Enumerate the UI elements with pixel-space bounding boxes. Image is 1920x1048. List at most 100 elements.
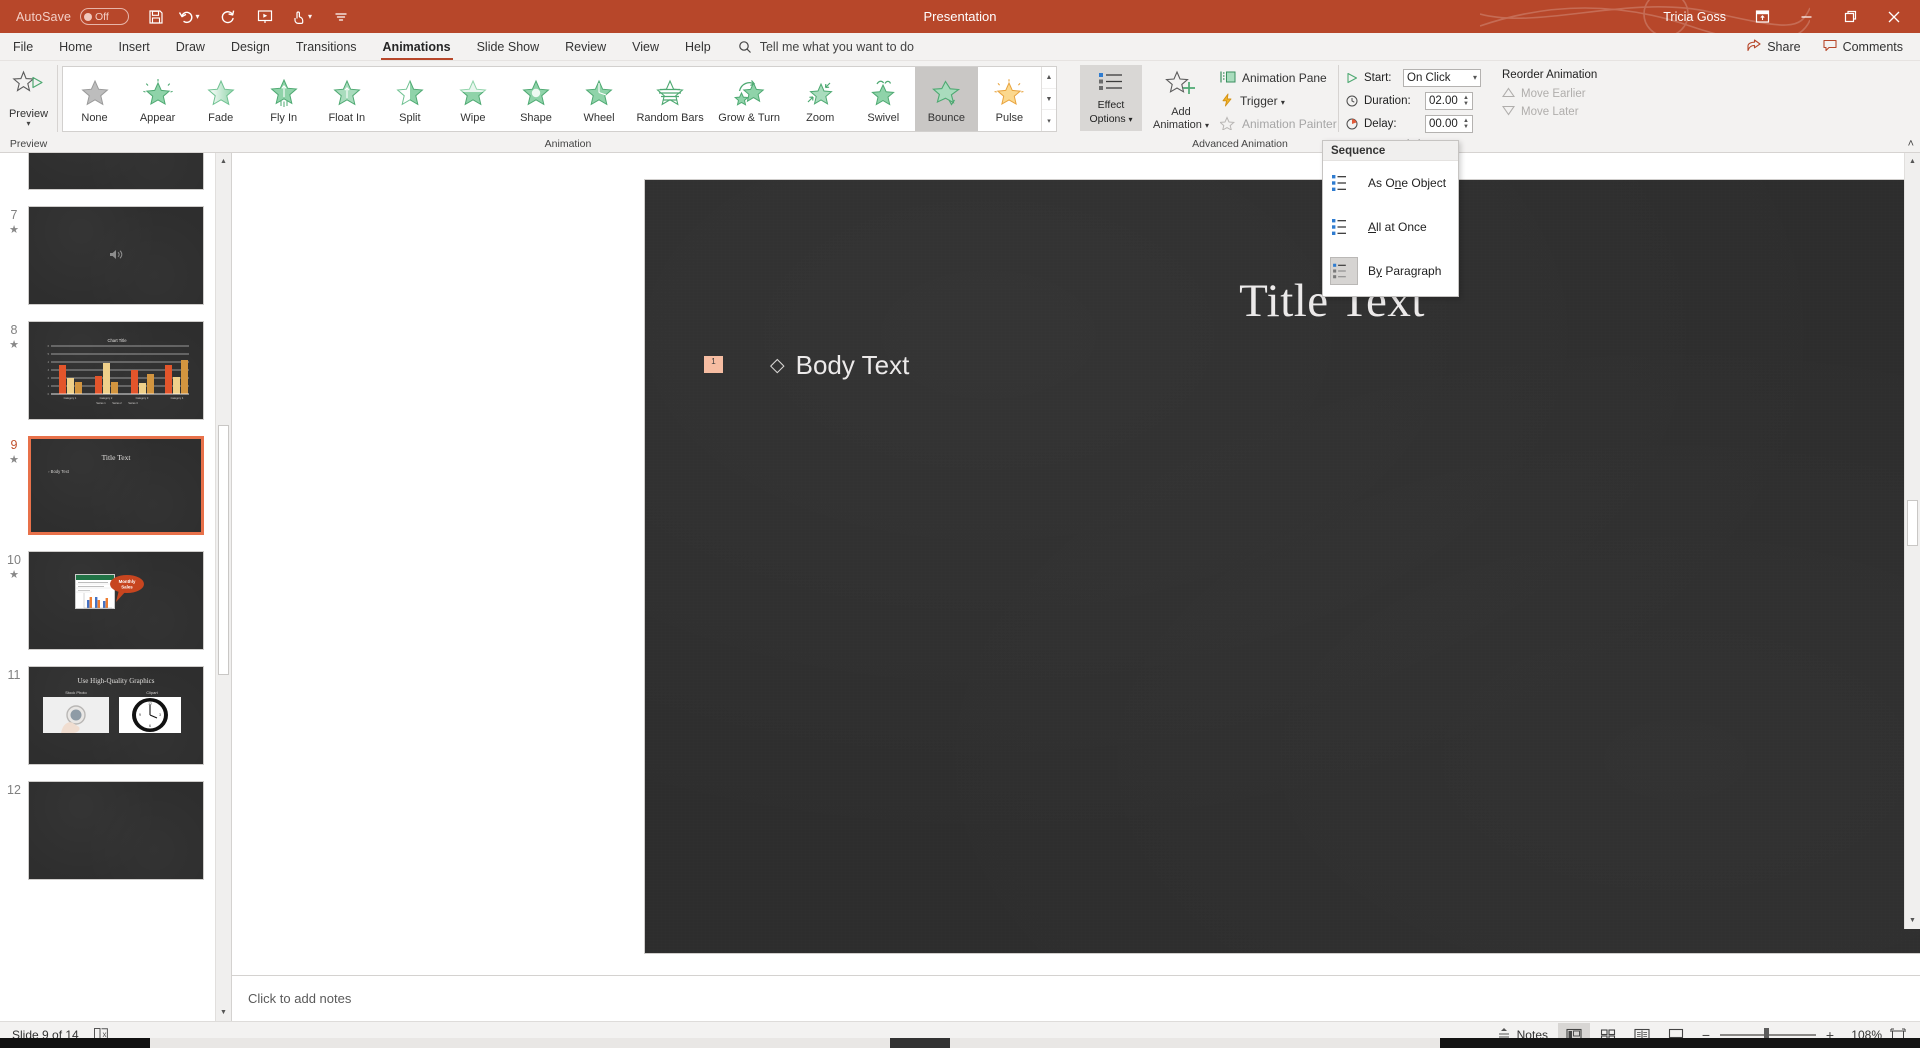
preview-button[interactable]: Preview ▾ bbox=[0, 64, 57, 128]
restore-button[interactable] bbox=[1828, 0, 1872, 33]
thumbnail-item[interactable]: 11 Use High-Quality Graphics Stock Photo… bbox=[0, 666, 216, 781]
gallery-scrollbar[interactable]: ▲ ▼ ▾ bbox=[1040, 67, 1057, 131]
animation-split[interactable]: Split bbox=[378, 67, 441, 131]
touch-mode-caret[interactable]: ▾ bbox=[308, 12, 312, 21]
comments-button[interactable]: Comments bbox=[1814, 36, 1912, 58]
duration-input[interactable]: 02.00 ▲ ▼ bbox=[1425, 91, 1473, 110]
thumbnail-frame[interactable] bbox=[28, 206, 204, 305]
thumbnail-item[interactable]: 7 ★ bbox=[0, 206, 216, 321]
autosave-toggle[interactable]: Off bbox=[80, 8, 130, 25]
thumbnail-item[interactable]: 8 ★ Chart Title Category 1 Category 2 Ca… bbox=[0, 321, 216, 436]
thumbnail-frame[interactable]: Use High-Quality Graphics Stock Photo Cl… bbox=[28, 666, 204, 765]
delay-spinner[interactable]: ▲ ▼ bbox=[1463, 118, 1469, 130]
tab-review[interactable]: Review bbox=[552, 33, 619, 60]
ribbon-group-animation: None Appear Fade Fly In Float In Split W… bbox=[58, 61, 1078, 152]
start-slideshow-icon[interactable] bbox=[248, 3, 281, 31]
animation-pane-button[interactable]: Animation Pane bbox=[1220, 69, 1337, 87]
current-slide[interactable]: Title Text 1 ◇ Body Text bbox=[644, 179, 1920, 954]
canvas-scroll-down[interactable]: ▼ bbox=[1905, 912, 1920, 929]
thumbnail-frame[interactable] bbox=[28, 781, 204, 880]
animation-appear[interactable]: Appear bbox=[126, 67, 189, 131]
animation-indicator-icon[interactable]: ★ bbox=[0, 568, 28, 583]
share-button[interactable]: Share bbox=[1738, 36, 1809, 58]
tell-me-search[interactable]: Tell me what you want to do bbox=[724, 33, 914, 60]
tab-help[interactable]: Help bbox=[672, 33, 724, 60]
touch-mode-icon[interactable]: ▾ bbox=[285, 3, 318, 31]
tab-insert[interactable]: Insert bbox=[106, 33, 163, 60]
gallery-more-button[interactable]: ▾ bbox=[1042, 110, 1056, 131]
duration-spinner[interactable]: ▲ ▼ bbox=[1463, 95, 1469, 107]
tab-design[interactable]: Design bbox=[218, 33, 283, 60]
zoom-slider-track[interactable] bbox=[1720, 1028, 1816, 1042]
menu-item-all-at-once[interactable]: All at Once bbox=[1323, 205, 1458, 249]
animation-none[interactable]: None bbox=[63, 67, 126, 131]
thumbnail-item-selected[interactable]: 9 ★ Title Text ◦ Body Text bbox=[0, 436, 216, 551]
close-button[interactable] bbox=[1872, 0, 1916, 33]
animation-swivel[interactable]: Swivel bbox=[852, 67, 915, 131]
gallery-scroll-down[interactable]: ▼ bbox=[1041, 89, 1057, 111]
animation-fly-in[interactable]: Fly In bbox=[252, 67, 315, 131]
tab-draw[interactable]: Draw bbox=[163, 33, 218, 60]
slide-title-placeholder[interactable]: Title Text bbox=[645, 274, 1920, 328]
thumbnail-scroll-up[interactable]: ▲ bbox=[216, 153, 231, 170]
effect-options-button[interactable]: Effect Options ▾ bbox=[1080, 65, 1142, 131]
canvas-scroll-track[interactable] bbox=[1905, 170, 1920, 912]
thumbnail-item[interactable]: 12 bbox=[0, 781, 216, 896]
animation-fade[interactable]: Fade bbox=[189, 67, 252, 131]
undo-dropdown-caret[interactable]: ▾ bbox=[196, 12, 200, 21]
thumbnail-scroll-track[interactable] bbox=[216, 170, 231, 1004]
slide-thumbnail-pane[interactable]: 7 ★ 8 ★ Chart Title Category 1 Category … bbox=[0, 153, 232, 1021]
animation-zoom[interactable]: Zoom bbox=[789, 67, 852, 131]
thumbnail-item[interactable]: 10 ★ Monthly Sales bbox=[0, 551, 216, 666]
tab-animations[interactable]: Animations bbox=[370, 33, 464, 60]
menu-item-as-one-object[interactable]: As One Object bbox=[1323, 161, 1458, 205]
gallery-scroll-up[interactable]: ▲ bbox=[1041, 67, 1057, 89]
tab-transitions[interactable]: Transitions bbox=[283, 33, 370, 60]
animation-wipe[interactable]: Wipe bbox=[441, 67, 504, 131]
animation-shape[interactable]: Shape bbox=[504, 67, 567, 131]
canvas-scroll-up[interactable]: ▲ bbox=[1905, 153, 1920, 170]
tab-home[interactable]: Home bbox=[46, 33, 105, 60]
thumbnail-frame[interactable]: Title Text ◦ Body Text bbox=[28, 436, 204, 535]
thumbnail-scroll-thumb[interactable] bbox=[218, 425, 229, 675]
effect-options-label-line2: Options ▾ bbox=[1089, 113, 1133, 125]
menu-item-by-paragraph[interactable]: By Paragraph bbox=[1323, 249, 1458, 293]
thumbnail-frame[interactable] bbox=[28, 153, 204, 190]
effect-options-dropdown[interactable]: Sequence As One Object All at Once By Pa… bbox=[1322, 140, 1459, 297]
animation-gallery[interactable]: None Appear Fade Fly In Float In Split W… bbox=[62, 66, 1057, 132]
redo-icon[interactable] bbox=[211, 3, 244, 31]
animation-indicator-icon[interactable]: ★ bbox=[0, 453, 28, 468]
chevron-down-icon[interactable]: ▾ bbox=[1473, 73, 1477, 82]
preview-dropdown-caret[interactable]: ▾ bbox=[26, 120, 30, 128]
animation-bounce[interactable]: Bounce bbox=[914, 67, 978, 131]
animation-indicator-icon[interactable]: ★ bbox=[0, 338, 28, 353]
canvas-scroll-thumb[interactable] bbox=[1907, 500, 1918, 546]
thumbnail-frame[interactable]: Chart Title Category 1 Category 2 Catego… bbox=[28, 321, 204, 420]
thumbnail-item[interactable] bbox=[0, 153, 216, 206]
customize-qat-icon[interactable] bbox=[324, 3, 357, 31]
save-icon[interactable] bbox=[139, 3, 172, 31]
animation-float-in[interactable]: Float In bbox=[315, 67, 378, 131]
animation-pulse[interactable]: Pulse bbox=[978, 67, 1041, 131]
collapse-ribbon-button[interactable]: ˄ bbox=[1908, 138, 1914, 150]
slide-body-placeholder[interactable]: ◇ Body Text bbox=[770, 350, 909, 381]
thumbnail-scrollbar[interactable]: ▲ ▼ bbox=[215, 153, 231, 1021]
animation-random-bars[interactable]: Random Bars bbox=[631, 67, 710, 131]
trigger-button[interactable]: Trigger ▾ bbox=[1220, 92, 1337, 110]
animation-indicator-icon[interactable]: ★ bbox=[0, 223, 28, 238]
animation-grow-and-turn[interactable]: Grow & Turn bbox=[710, 67, 789, 131]
start-label: Start: bbox=[1364, 71, 1392, 84]
notes-pane[interactable]: Click to add notes bbox=[232, 975, 1920, 1021]
add-animation-button[interactable]: Add Animation ▾ bbox=[1142, 64, 1220, 132]
thumbnail-frame[interactable]: Monthly Sales bbox=[28, 551, 204, 650]
tab-file[interactable]: File bbox=[0, 33, 46, 60]
animation-order-tag[interactable]: 1 bbox=[704, 356, 723, 373]
canvas-scrollbar[interactable]: ▲ ▼ bbox=[1904, 153, 1920, 929]
undo-icon[interactable]: ▾ bbox=[172, 3, 205, 31]
tab-slide-show[interactable]: Slide Show bbox=[464, 33, 553, 60]
start-select[interactable]: On Click ▾ bbox=[1403, 68, 1481, 87]
tab-view[interactable]: View bbox=[619, 33, 672, 60]
delay-input[interactable]: 00.00 ▲ ▼ bbox=[1425, 114, 1473, 133]
animation-wheel[interactable]: Wheel bbox=[568, 67, 631, 131]
thumbnail-scroll-down[interactable]: ▼ bbox=[216, 1004, 231, 1021]
